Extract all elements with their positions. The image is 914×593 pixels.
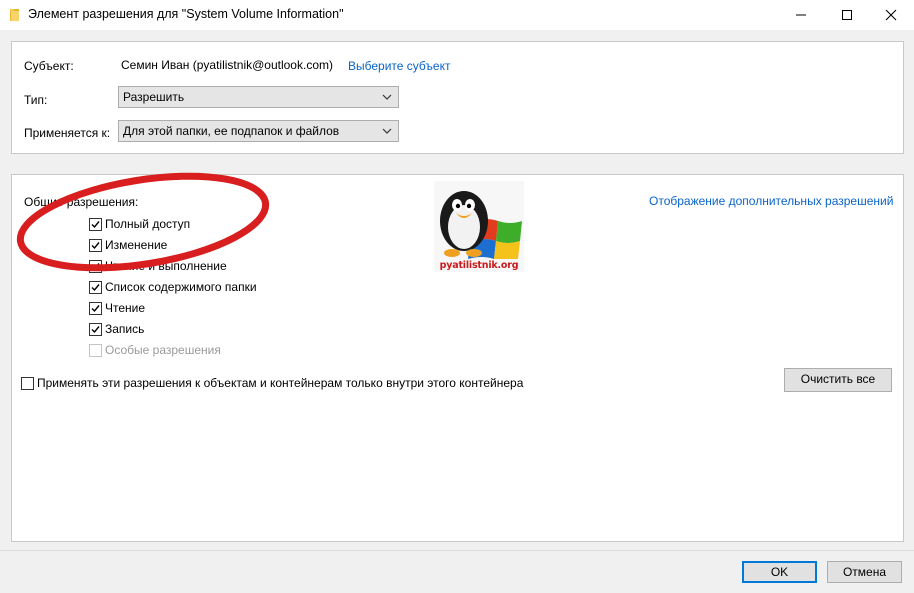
check-icon [91,263,100,271]
permission-label: Полный доступ [105,217,191,231]
checkbox[interactable] [89,239,102,252]
folder-icon [10,9,19,21]
permission-label: Чтение [105,301,146,315]
permissions-heading: Общие разрешения: [24,195,139,209]
permission-label: Запись [105,322,145,336]
permission-label: Изменение [105,238,168,252]
ok-button[interactable]: OK [742,561,817,583]
maximize-icon [842,10,852,20]
check-icon [91,326,100,334]
window-title: Элемент разрешения для "System Volume In… [28,7,344,21]
principal-label: Субъект: [24,59,74,73]
maximize-button[interactable] [824,0,870,30]
checkbox [89,344,102,357]
checkbox[interactable] [89,281,102,294]
title-bar: Элемент разрешения для "System Volume In… [0,0,914,30]
penguin-windows-logo-icon [440,191,522,261]
checkbox[interactable] [89,302,102,315]
principal-panel: Субъект: Семин Иван (pyatilistnik@outloo… [11,41,904,154]
permission-label: Особые разрешения [105,343,221,357]
cancel-button[interactable]: Отмена [827,561,902,583]
container-only-label: Применять эти разрешения к объектам и ко… [37,376,524,390]
minimize-icon [796,14,806,16]
checkbox[interactable] [89,323,102,336]
check-icon [91,221,100,229]
select-principal-link[interactable]: Выберите субъект [348,59,450,73]
watermark-logo: pyatilistnik.org [434,181,524,272]
close-icon [885,9,897,21]
clear-all-button[interactable]: Очистить все [784,368,892,392]
chevron-down-icon [382,94,392,100]
applies-to-select[interactable]: Для этой папки, ее подпапок и файлов [118,120,399,142]
chevron-down-icon [382,128,392,134]
check-icon [91,242,100,250]
check-icon [91,305,100,313]
watermark-text: pyatilistnik.org [439,260,519,271]
checkbox[interactable] [21,377,34,390]
type-select-value: Разрешить [123,90,185,104]
checkbox[interactable] [89,218,102,231]
close-button[interactable] [868,0,914,30]
show-advanced-permissions-link[interactable]: Отображение дополнительных разрешений [649,194,893,208]
minimize-button[interactable] [778,0,824,30]
type-select[interactable]: Разрешить [118,86,399,108]
principal-value: Семин Иван (pyatilistnik@outlook.com) [121,58,333,72]
applies-to-label: Применяется к: [24,126,111,140]
permission-label: Список содержимого папки [105,280,257,294]
footer-divider [0,550,914,551]
applies-to-select-value: Для этой папки, ее подпапок и файлов [123,124,340,138]
checkbox[interactable] [89,260,102,273]
permission-label: Чтение и выполнение [105,259,227,273]
type-label: Тип: [24,93,48,107]
check-icon [91,284,100,292]
